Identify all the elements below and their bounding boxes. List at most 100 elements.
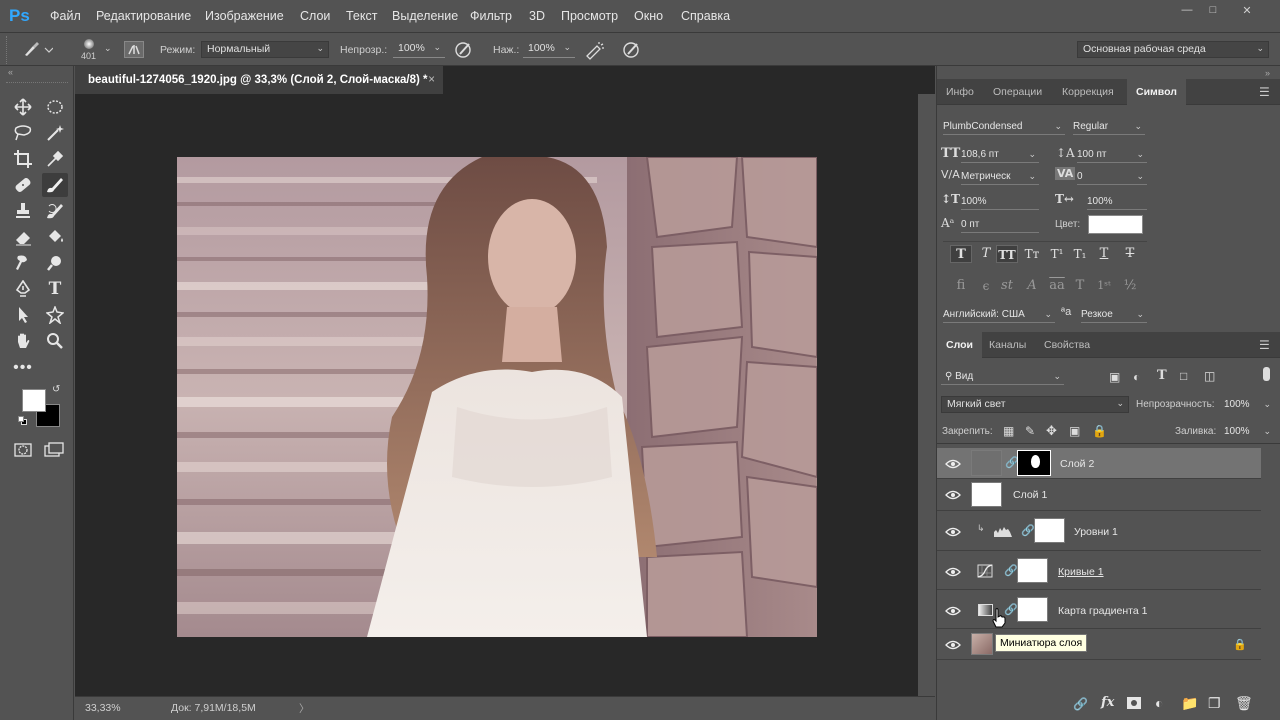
status-menu-arrow-icon[interactable]: 〉 (299, 701, 310, 716)
fractions-icon[interactable]: ½ (1119, 277, 1141, 295)
menu-type[interactable]: Текст (346, 9, 377, 23)
layers-menu-icon[interactable]: ☰ (1259, 338, 1270, 352)
menu-layers[interactable]: Слои (300, 9, 330, 23)
menu-view[interactable]: Просмотр (561, 9, 618, 23)
type-tool-icon[interactable]: T (42, 277, 68, 301)
layer-name[interactable]: Слой 1 (1013, 489, 1047, 501)
horizontal-scale-field[interactable]: 100% (1087, 194, 1147, 210)
foreground-color-swatch[interactable] (22, 389, 46, 412)
menu-file[interactable]: Файл (50, 9, 81, 23)
default-colors-icon[interactable] (18, 416, 28, 426)
layer-row-background[interactable]: 🔒 (937, 630, 1261, 660)
kerning-field[interactable]: Метрическ ⌄ (961, 169, 1039, 185)
lock-image-icon[interactable]: ✎ (1025, 424, 1035, 438)
font-family-select[interactable]: PlumbCondensed ⌄ (943, 119, 1065, 135)
layer-mask-thumbnail[interactable] (1017, 558, 1048, 583)
menu-3d[interactable]: 3D (529, 9, 545, 23)
font-size-field[interactable]: 108,6 пт ⌄ (961, 147, 1039, 163)
antialias-select[interactable]: Резкое ⌄ (1081, 307, 1147, 323)
close-document-icon[interactable]: × (428, 74, 435, 86)
leading-field[interactable]: 100 пт ⌄ (1077, 147, 1147, 163)
layer-name[interactable]: Уровни 1 (1074, 526, 1118, 538)
menu-select[interactable]: Выделение (392, 9, 458, 23)
pressure-size-icon[interactable] (622, 40, 642, 63)
filter-toggle[interactable] (1263, 367, 1270, 381)
menu-window[interactable]: Окно (634, 9, 663, 23)
layer-name[interactable]: Карта градиента 1 (1058, 605, 1147, 617)
tab-adjustments[interactable]: Коррекция (1062, 86, 1114, 98)
document-tab[interactable]: beautiful-1274056_1920.jpg @ 33,3% (Слой… (75, 66, 443, 94)
layer-mask-thumbnail[interactable] (1034, 518, 1065, 543)
baseline-shift-field[interactable]: 0 пт (961, 217, 1039, 233)
eyedropper-icon[interactable] (42, 147, 68, 171)
layer-row[interactable]: 🔗 Кривые 1 (937, 552, 1261, 590)
collapse-panels-icon[interactable]: » (1265, 68, 1270, 78)
path-selection-icon[interactable] (10, 303, 36, 327)
link-mask-icon[interactable]: 🔗 (1021, 524, 1035, 537)
healing-brush-icon[interactable] (10, 173, 36, 197)
layer-filter-select[interactable]: ⚲ Вид ⌄ (941, 369, 1064, 385)
layer-row-selected[interactable]: 🔗 Слой 2 (937, 448, 1261, 479)
filter-shape-icon[interactable]: □ (1180, 369, 1187, 383)
visibility-eye-icon[interactable] (945, 640, 961, 650)
brush-tool-icon[interactable] (42, 173, 68, 197)
old-style-icon[interactable]: ϵ (975, 277, 997, 295)
vertical-scrollbar[interactable] (918, 94, 935, 696)
maximize-icon[interactable]: □ (1202, 4, 1224, 18)
brush-size-picker[interactable]: 401 (78, 39, 100, 61)
lock-transparent-icon[interactable]: ▦ (1003, 424, 1014, 438)
stylistic-alternates-icon[interactable]: A (1021, 277, 1043, 295)
mode-select[interactable]: Нормальный ⌄ (201, 41, 329, 58)
swap-colors-icon[interactable]: ↺ (52, 384, 60, 395)
chevron-down-icon[interactable]: ⌄ (104, 43, 112, 54)
lock-all-icon[interactable]: 🔒 (1092, 424, 1107, 438)
delete-layer-icon[interactable]: 🗑 (1235, 695, 1253, 712)
filter-type-icon[interactable]: T (1157, 368, 1167, 383)
more-tools-icon[interactable]: ••• (10, 356, 36, 380)
magic-wand-icon[interactable] (42, 121, 68, 145)
smudge-tool-icon[interactable] (10, 251, 36, 275)
tab-layers[interactable]: Слои (937, 332, 982, 358)
visibility-eye-icon[interactable] (945, 567, 961, 577)
font-style-select[interactable]: Regular ⌄ (1073, 119, 1145, 135)
tab-info[interactable]: Инфо (946, 86, 974, 98)
layer-row[interactable]: Слой 1 (937, 479, 1261, 511)
add-mask-icon[interactable] (1127, 697, 1141, 709)
layer-mask-thumbnail[interactable] (1017, 450, 1051, 476)
filter-pixel-icon[interactable]: ▣ (1109, 370, 1120, 384)
hand-tool-icon[interactable] (10, 329, 36, 353)
link-layers-icon[interactable]: 🔗 (1073, 697, 1088, 711)
small-caps-icon[interactable]: Tᴛ (1021, 245, 1043, 263)
pressure-opacity-icon[interactable] (454, 40, 474, 63)
layer-row[interactable]: 🔗 Карта градиента 1 (937, 591, 1261, 629)
canvas-photo[interactable] (177, 157, 817, 637)
tracking-field[interactable]: 0 ⌄ (1077, 169, 1147, 185)
opacity-field[interactable]: 100% ⌄ (393, 41, 445, 58)
close-window-icon[interactable]: ✕ (1236, 4, 1258, 18)
new-group-icon[interactable]: 📁 (1181, 695, 1198, 712)
layer-name[interactable]: Кривые 1 (1058, 566, 1104, 578)
text-color-swatch[interactable] (1088, 215, 1143, 234)
custom-shape-icon[interactable] (42, 303, 68, 327)
strikethrough-icon[interactable]: T (1119, 245, 1141, 263)
minimize-icon[interactable]: — (1176, 4, 1198, 18)
layer-thumbnail[interactable] (971, 450, 1002, 476)
swash-icon[interactable]: st (996, 277, 1018, 295)
move-tool-icon[interactable] (10, 95, 36, 119)
layer-opacity-field[interactable]: 100% ⌄ (1224, 397, 1274, 413)
visibility-eye-icon[interactable] (945, 606, 961, 616)
tab-channels[interactable]: Каналы (989, 339, 1026, 351)
tab-character[interactable]: Символ (1127, 79, 1186, 105)
paint-bucket-icon[interactable] (42, 225, 68, 249)
visibility-eye-icon[interactable] (945, 459, 961, 469)
workspace-select[interactable]: Основная рабочая среда ⌄ (1077, 41, 1269, 58)
underline-icon[interactable]: T (1093, 245, 1115, 263)
collapse-toolbox-icon[interactable]: « (8, 67, 13, 77)
lock-position-icon[interactable]: ✥ (1046, 423, 1057, 439)
ligatures-icon[interactable]: fi (950, 277, 972, 295)
history-brush-icon[interactable] (42, 199, 68, 223)
dodge-tool-icon[interactable] (42, 251, 68, 275)
filter-adjustment-icon[interactable]: ◐ (1133, 370, 1140, 384)
photo-layer-thumbnail[interactable] (971, 633, 993, 655)
layer-mask-thumbnail[interactable] (1017, 597, 1048, 622)
